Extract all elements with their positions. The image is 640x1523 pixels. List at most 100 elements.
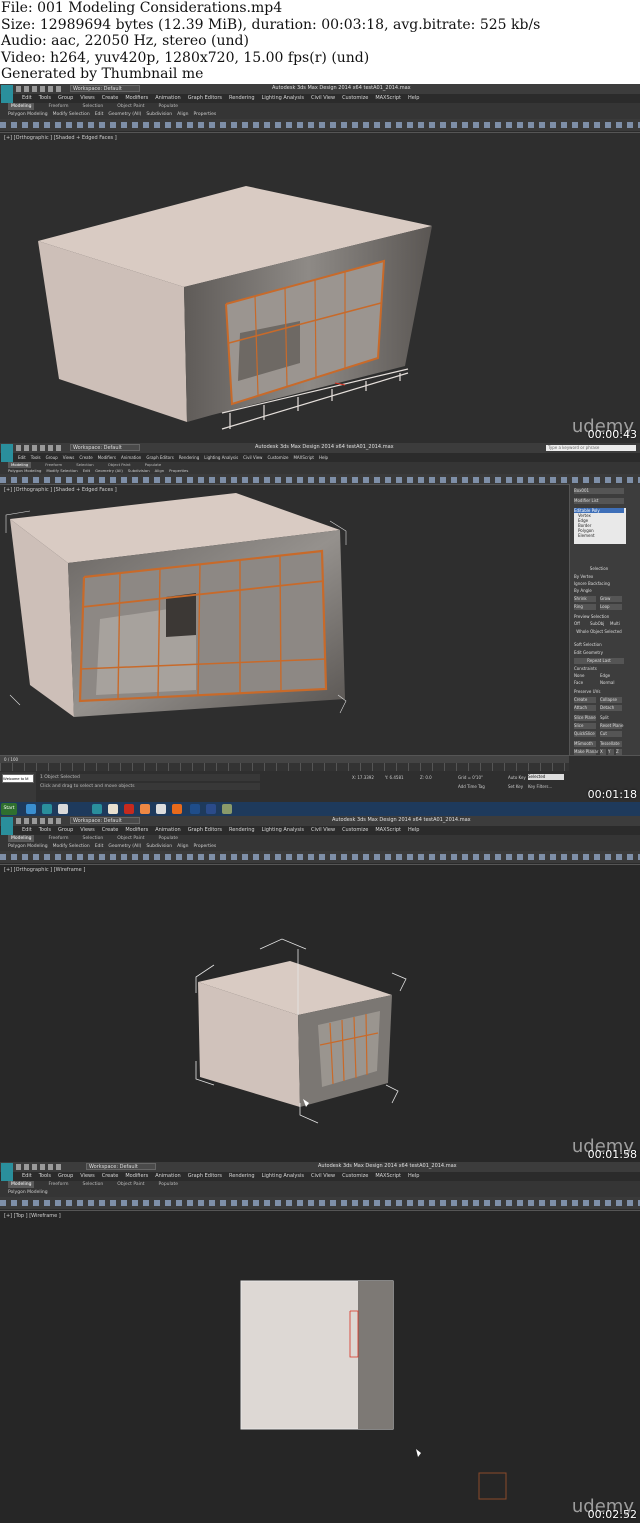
panel-align[interactable]: Align	[177, 843, 188, 850]
auto-key-button[interactable]: Auto Key	[508, 774, 526, 781]
checkbox-ignore-backfacing[interactable]: Ignore Backfacing	[574, 581, 624, 587]
radio-none[interactable]: None	[574, 673, 596, 679]
menu-maxscript[interactable]: MAXScript	[293, 453, 314, 462]
quickslice-button[interactable]: QuickSlice	[574, 731, 596, 737]
app-icon[interactable]	[206, 804, 216, 814]
3dsmax-taskbar-icon[interactable]	[42, 804, 52, 814]
start-button[interactable]: Start	[1, 803, 17, 815]
radio-face[interactable]: Face	[574, 680, 596, 686]
tab-object-paint[interactable]: Object Paint	[117, 103, 144, 110]
panel-polygon-modeling[interactable]: Polygon Modeling	[8, 843, 48, 850]
rollout-soft-selection[interactable]: Soft Selection	[574, 642, 624, 648]
tab-populate[interactable]: Populate	[159, 103, 179, 110]
panel-modify-selection[interactable]: Modify Selection	[53, 843, 90, 850]
menu-rendering[interactable]: Rendering	[229, 94, 255, 103]
shrink-button[interactable]: Shrink	[574, 596, 596, 602]
repeat-last-button[interactable]: Repeat Last	[574, 658, 624, 664]
menu-graph-editors[interactable]: Graph Editors	[146, 453, 173, 462]
menu-rendering[interactable]: Rendering	[229, 1172, 255, 1181]
tab-populate[interactable]: Populate	[159, 835, 179, 842]
tab-modeling[interactable]: Modeling	[8, 1181, 35, 1188]
radio-subobj[interactable]: SubObj	[590, 621, 608, 627]
detach-button[interactable]: Detach	[600, 705, 622, 711]
menu-graph-editors[interactable]: Graph Editors	[188, 826, 222, 835]
checkbox-by-angle[interactable]: By Angle	[574, 588, 624, 594]
object-name-field[interactable]: Box001	[574, 488, 624, 494]
selected-dropdown[interactable]: Selected	[528, 774, 564, 780]
panel-geometry-all[interactable]: Geometry (All)	[108, 843, 141, 850]
tab-modeling[interactable]: Modeling	[8, 835, 35, 842]
panel-polygon-modeling[interactable]: Polygon Modeling	[8, 111, 48, 118]
menu-tools[interactable]: Tools	[39, 1172, 51, 1181]
panel-modify-selection[interactable]: Modify Selection	[53, 111, 90, 118]
main-toolbar[interactable]	[0, 851, 640, 863]
explorer-icon[interactable]	[26, 804, 36, 814]
app-logo-icon[interactable]	[1, 85, 13, 103]
menu-views[interactable]: Views	[80, 94, 94, 103]
msmooth-button[interactable]: MSmooth	[574, 741, 596, 747]
menu-create[interactable]: Create	[79, 453, 92, 462]
menu-help[interactable]: Help	[319, 453, 328, 462]
menu-lighting-analysis[interactable]: Lighting Analysis	[262, 94, 304, 103]
app-logo-icon[interactable]	[1, 1163, 13, 1181]
attach-button[interactable]: Attach	[574, 705, 596, 711]
panel-properties[interactable]: Properties	[193, 843, 216, 850]
menu-group[interactable]: Group	[46, 453, 58, 462]
menu-graph-editors[interactable]: Graph Editors	[188, 1172, 222, 1181]
modifier-list-dropdown[interactable]: Modifier List	[574, 498, 624, 504]
menu-graph-editors[interactable]: Graph Editors	[188, 94, 222, 103]
slice-plane-button[interactable]: Slice Plane	[574, 715, 596, 721]
menu-civil-view[interactable]: Civil View	[311, 1172, 335, 1181]
radio-normal[interactable]: Normal	[600, 680, 622, 686]
grow-button[interactable]: Grow	[600, 596, 622, 602]
quick-access-toolbar[interactable]	[16, 1164, 64, 1170]
create-button[interactable]: Create	[574, 697, 596, 703]
menu-modifiers[interactable]: Modifiers	[125, 826, 148, 835]
menu-animation[interactable]: Animation	[155, 94, 181, 103]
menu-animation[interactable]: Animation	[155, 1172, 181, 1181]
tessellate-button[interactable]: Tessellate	[600, 741, 622, 747]
tab-selection[interactable]: Selection	[83, 835, 104, 842]
menu-customize[interactable]: Customize	[342, 94, 368, 103]
menu-help[interactable]: Help	[408, 94, 419, 103]
y-coordinate[interactable]: Y: 6.4581	[385, 774, 404, 781]
viewport[interactable]: [+] [Orthographic ] [Shaded + Edged Face…	[0, 132, 640, 443]
menu-rendering[interactable]: Rendering	[229, 826, 255, 835]
menu-create[interactable]: Create	[102, 1172, 119, 1181]
panel-edit[interactable]: Edit	[95, 111, 104, 118]
panel-subdivision[interactable]: Subdivision	[146, 111, 172, 118]
mail-icon[interactable]	[58, 804, 68, 814]
workspace-dropdown[interactable]: Workspace: Default	[70, 817, 140, 824]
tab-freeform[interactable]: Freeform	[48, 835, 68, 842]
menu-tools[interactable]: Tools	[31, 453, 41, 462]
x-coordinate[interactable]: X: 17.3392	[352, 774, 374, 781]
app-logo-icon[interactable]	[1, 817, 13, 835]
app-icon[interactable]	[92, 804, 102, 814]
tab-object-paint[interactable]: Object Paint	[117, 835, 144, 842]
menu-modifiers[interactable]: Modifiers	[125, 94, 148, 103]
viewport[interactable]: [+] [Orthographic ] [Shaded + Edged Face…	[0, 484, 569, 756]
menu-animation[interactable]: Animation	[155, 826, 181, 835]
menu-views[interactable]: Views	[63, 453, 75, 462]
menu-group[interactable]: Group	[58, 1172, 73, 1181]
menu-modifiers[interactable]: Modifiers	[98, 453, 116, 462]
quick-access-toolbar[interactable]	[16, 86, 64, 92]
track-bar[interactable]	[0, 763, 569, 771]
add-time-tag-button[interactable]: Add Time Tag	[458, 783, 485, 790]
workspace-dropdown[interactable]: Workspace: Default	[70, 85, 140, 92]
menu-customize[interactable]: Customize	[267, 453, 288, 462]
menu-lighting-analysis[interactable]: Lighting Analysis	[204, 453, 238, 462]
quick-access-toolbar[interactable]	[16, 818, 64, 824]
menu-modifiers[interactable]: Modifiers	[125, 1172, 148, 1181]
cut-button[interactable]: Cut	[600, 731, 622, 737]
menu-animation[interactable]: Animation	[121, 453, 141, 462]
main-toolbar[interactable]	[0, 1197, 640, 1209]
panel-subdivision[interactable]: Subdivision	[146, 843, 172, 850]
menu-maxscript[interactable]: MAXScript	[375, 94, 401, 103]
menu-group[interactable]: Group	[58, 826, 73, 835]
radio-multi[interactable]: Multi	[610, 621, 626, 627]
menu-maxscript[interactable]: MAXScript	[375, 826, 401, 835]
viewport[interactable]: [+] [Top ] [Wireframe ]	[0, 1210, 640, 1523]
workspace-dropdown[interactable]: Workspace: Default	[86, 1163, 156, 1170]
time-slider[interactable]: 0 / 100	[0, 756, 569, 763]
